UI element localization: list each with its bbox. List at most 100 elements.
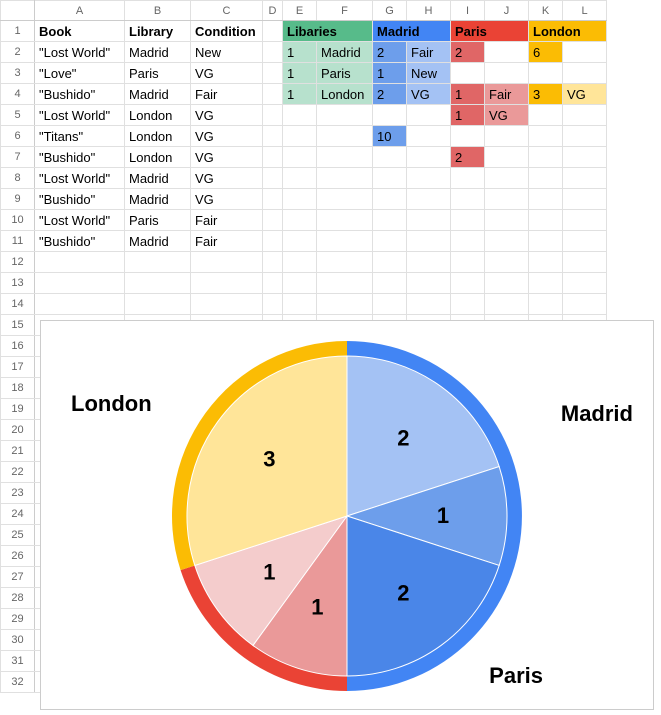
cell-B10[interactable]: Paris [125,210,191,231]
row-4[interactable]: 4 [1,84,35,105]
cell-K2[interactable]: 6 [529,42,563,63]
cell-H12[interactable] [407,252,451,273]
cell-G11[interactable] [373,231,407,252]
cell-D8[interactable] [263,168,283,189]
col-J[interactable]: J [485,1,529,21]
row-7[interactable]: 7 [1,147,35,168]
cell-A1[interactable]: Book [35,21,125,42]
cell-K4[interactable]: 3 [529,84,563,105]
cell-C9[interactable]: VG [191,189,263,210]
cell-I6[interactable] [451,126,485,147]
cell-I10[interactable] [451,210,485,231]
row-13[interactable]: 13 [1,273,35,294]
row-25[interactable]: 25 [1,525,35,546]
cell-K14[interactable] [529,294,563,315]
cell-J7[interactable] [485,147,529,168]
cell-EF1[interactable]: Libaries [283,21,373,42]
row-22[interactable]: 22 [1,462,35,483]
cell-J2[interactable] [485,42,529,63]
cell-A9[interactable]: "Bushido" [35,189,125,210]
cell-L3[interactable] [563,63,607,84]
cell-C6[interactable]: VG [191,126,263,147]
cell-H6[interactable] [407,126,451,147]
cell-C13[interactable] [191,273,263,294]
col-F[interactable]: F [317,1,373,21]
cell-F14[interactable] [317,294,373,315]
cell-J12[interactable] [485,252,529,273]
row-27[interactable]: 27 [1,567,35,588]
cell-G2[interactable]: 2 [373,42,407,63]
cell-C14[interactable] [191,294,263,315]
row-18[interactable]: 18 [1,378,35,399]
cell-G7[interactable] [373,147,407,168]
cell-F3[interactable]: Paris [317,63,373,84]
cell-E11[interactable] [283,231,317,252]
row-29[interactable]: 29 [1,609,35,630]
row-23[interactable]: 23 [1,483,35,504]
cell-J9[interactable] [485,189,529,210]
cell-C11[interactable]: Fair [191,231,263,252]
cell-H10[interactable] [407,210,451,231]
cell-C7[interactable]: VG [191,147,263,168]
cell-D2[interactable] [263,42,283,63]
cell-B4[interactable]: Madrid [125,84,191,105]
cell-A10[interactable]: "Lost World" [35,210,125,231]
cell-A2[interactable]: "Lost World" [35,42,125,63]
cell-I12[interactable] [451,252,485,273]
cell-D13[interactable] [263,273,283,294]
cell-H11[interactable] [407,231,451,252]
cell-I9[interactable] [451,189,485,210]
cell-G8[interactable] [373,168,407,189]
cell-G13[interactable] [373,273,407,294]
row-24[interactable]: 24 [1,504,35,525]
cell-L5[interactable] [563,105,607,126]
row-9[interactable]: 9 [1,189,35,210]
cell-B6[interactable]: London [125,126,191,147]
cell-A11[interactable]: "Bushido" [35,231,125,252]
cell-D6[interactable] [263,126,283,147]
cell-F12[interactable] [317,252,373,273]
cell-B3[interactable]: Paris [125,63,191,84]
cell-K8[interactable] [529,168,563,189]
cell-I4[interactable]: 1 [451,84,485,105]
col-H[interactable]: H [407,1,451,21]
cell-K13[interactable] [529,273,563,294]
cell-A5[interactable]: "Lost World" [35,105,125,126]
cell-I8[interactable] [451,168,485,189]
cell-B2[interactable]: Madrid [125,42,191,63]
cell-G4[interactable]: 2 [373,84,407,105]
cell-H4[interactable]: VG [407,84,451,105]
cell-H7[interactable] [407,147,451,168]
cell-A14[interactable] [35,294,125,315]
cell-K9[interactable] [529,189,563,210]
cell-IJ1[interactable]: Paris [451,21,529,42]
cell-E12[interactable] [283,252,317,273]
cell-G6[interactable]: 10 [373,126,407,147]
cell-F5[interactable] [317,105,373,126]
cell-D11[interactable] [263,231,283,252]
cell-B1[interactable]: Library [125,21,191,42]
cell-H9[interactable] [407,189,451,210]
row-32[interactable]: 32 [1,672,35,693]
cell-L2[interactable] [563,42,607,63]
cell-F8[interactable] [317,168,373,189]
col-D[interactable]: D [263,1,283,21]
cell-K5[interactable] [529,105,563,126]
cell-E10[interactable] [283,210,317,231]
col-B[interactable]: B [125,1,191,21]
cell-H8[interactable] [407,168,451,189]
col-G[interactable]: G [373,1,407,21]
cell-D14[interactable] [263,294,283,315]
cell-C2[interactable]: New [191,42,263,63]
row-21[interactable]: 21 [1,441,35,462]
row-6[interactable]: 6 [1,126,35,147]
row-20[interactable]: 20 [1,420,35,441]
cell-C8[interactable]: VG [191,168,263,189]
cell-K3[interactable] [529,63,563,84]
cell-J10[interactable] [485,210,529,231]
cell-I11[interactable] [451,231,485,252]
pie-chart[interactable]: 212113 Madrid Paris London [40,320,654,710]
cell-L11[interactable] [563,231,607,252]
cell-F11[interactable] [317,231,373,252]
col-I[interactable]: I [451,1,485,21]
